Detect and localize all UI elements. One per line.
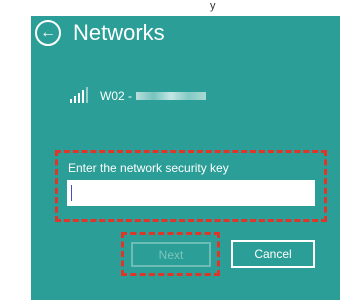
- next-button[interactable]: Next: [131, 242, 211, 267]
- redacted-text: [136, 92, 207, 100]
- network-name: W02 -: [100, 89, 207, 103]
- top-strip-text: y: [210, 0, 216, 12]
- cancel-button[interactable]: Cancel: [231, 240, 315, 268]
- network-name-text: W02 -: [100, 89, 133, 103]
- wifi-signal-icon: [70, 87, 88, 103]
- text-caret: [71, 185, 72, 201]
- security-key-label: Enter the network security key: [68, 161, 229, 175]
- security-key-input[interactable]: [67, 180, 315, 206]
- back-arrow-icon[interactable]: ←: [35, 20, 61, 46]
- next-button-highlight: Next: [121, 232, 220, 276]
- top-strip: y: [0, 0, 340, 16]
- header: ← Networks: [35, 20, 165, 46]
- security-key-section: Enter the network security key: [55, 150, 327, 222]
- page-title: Networks: [73, 20, 165, 45]
- network-item[interactable]: W02 -: [70, 87, 207, 103]
